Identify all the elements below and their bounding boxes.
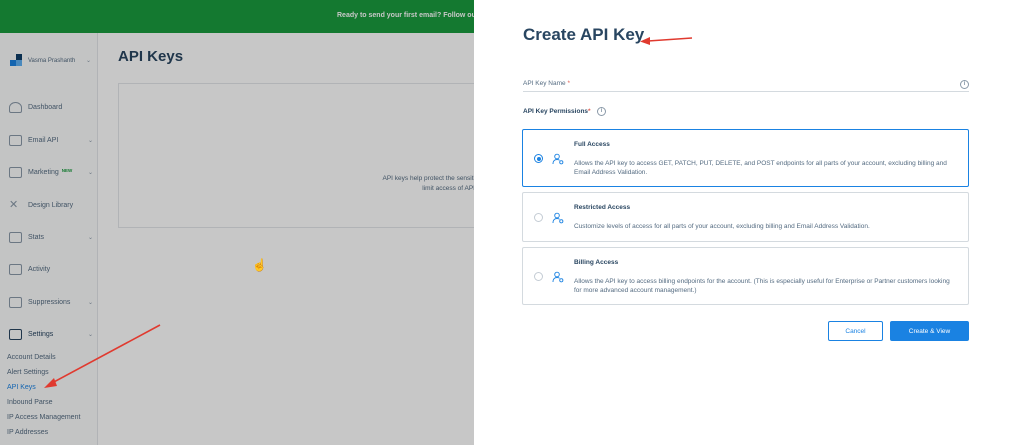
annotation-arrow-title xyxy=(640,37,693,45)
